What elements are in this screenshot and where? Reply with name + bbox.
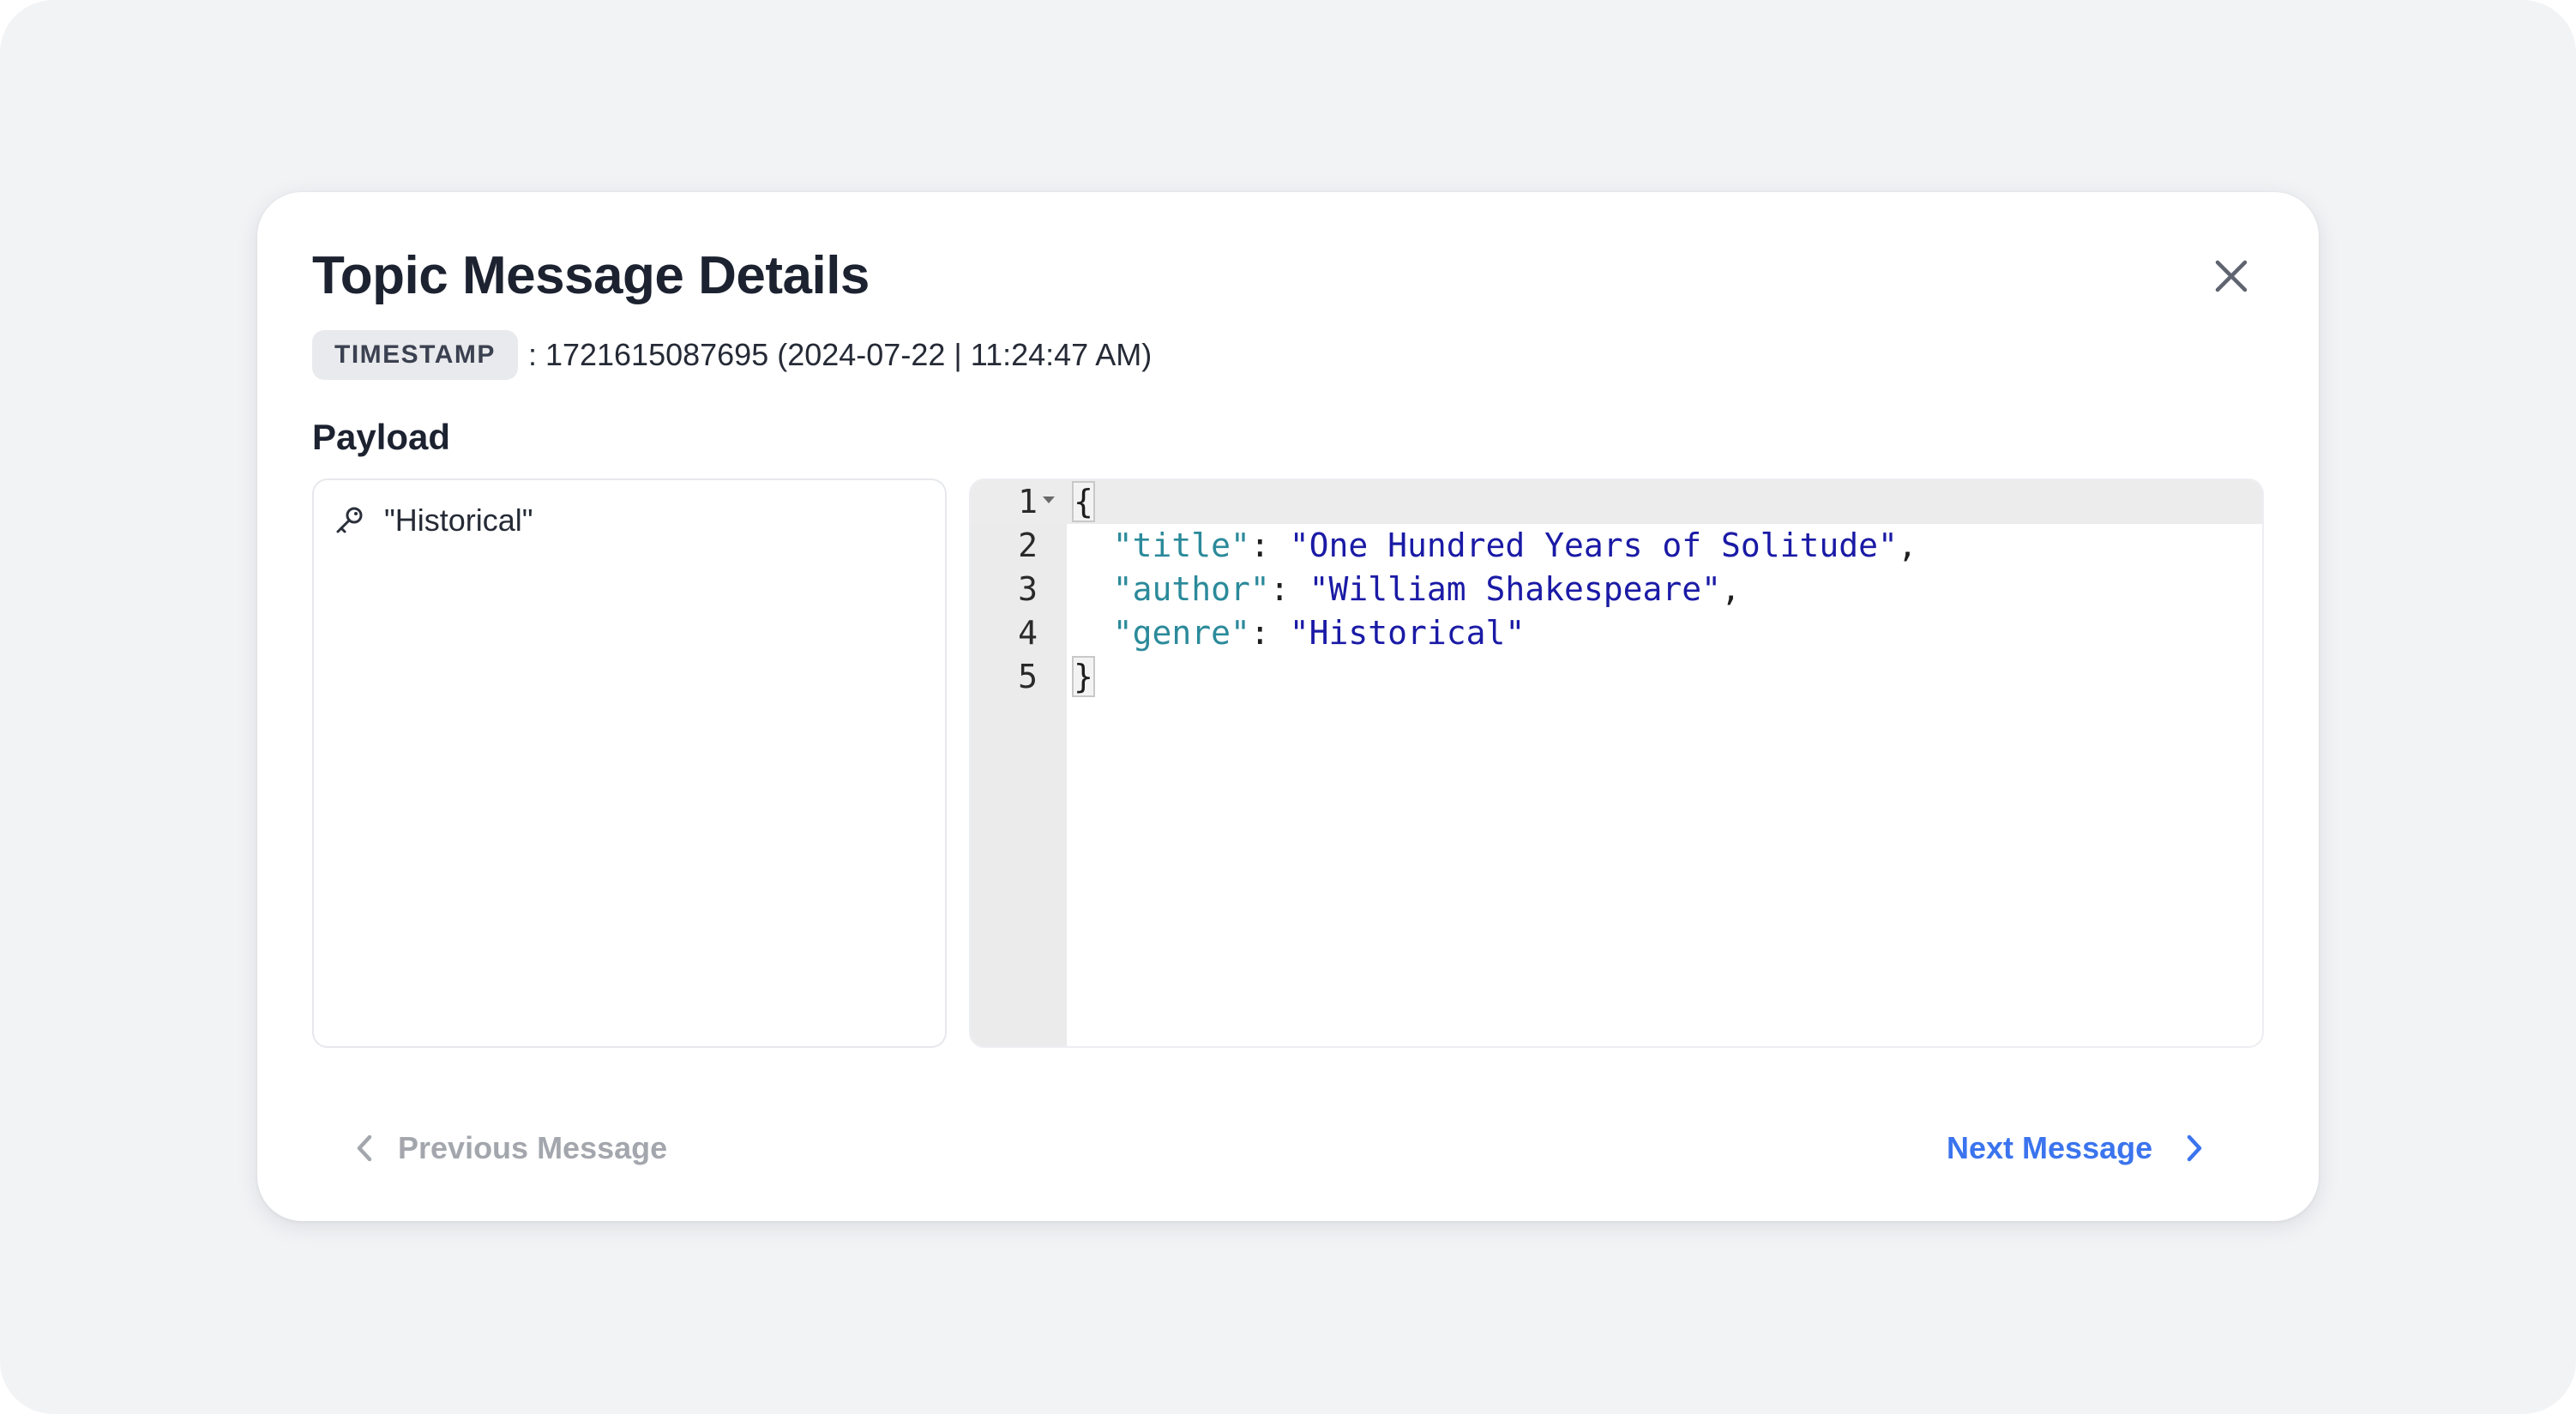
json-value: "Historical" bbox=[1289, 614, 1526, 652]
json-comma: , bbox=[1721, 570, 1741, 608]
json-key: "genre" bbox=[1112, 614, 1250, 652]
json-comma: , bbox=[1897, 526, 1917, 564]
close-icon bbox=[2215, 260, 2248, 292]
close-button[interactable] bbox=[2206, 250, 2257, 302]
timestamp-badge: TIMESTAMP bbox=[312, 330, 518, 380]
modal-title: Topic Message Details bbox=[312, 246, 870, 305]
payload-label: Payload bbox=[312, 417, 451, 457]
code-line: "genre": "Historical" bbox=[1074, 611, 1525, 655]
json-value: "One Hundred Years of Solitude" bbox=[1289, 526, 1898, 564]
line-number: 1 bbox=[1018, 483, 1038, 520]
json-separator: : bbox=[1249, 614, 1290, 652]
active-line-highlight bbox=[971, 480, 2262, 524]
payload-tree-panel: "Historical" bbox=[312, 478, 947, 1048]
next-message-button[interactable]: Next Message bbox=[1947, 1118, 2207, 1178]
timestamp-value: : 1721615087695 (2024-07-22 | 11:24:47 A… bbox=[527, 337, 1153, 372]
json-key: "author" bbox=[1112, 570, 1270, 608]
chevron-left-icon bbox=[357, 1134, 372, 1162]
topic-message-details-modal: Topic Message Details TIMESTAMP : 172161… bbox=[257, 192, 2319, 1221]
json-value: "William Shakespeare" bbox=[1309, 570, 1721, 608]
previous-message-button[interactable]: Previous Message bbox=[352, 1118, 667, 1178]
open-brace: { bbox=[1072, 481, 1095, 522]
code-line: } bbox=[1072, 655, 1095, 699]
previous-message-label: Previous Message bbox=[398, 1130, 668, 1165]
code-line: { bbox=[1072, 480, 1095, 524]
json-separator: : bbox=[1249, 526, 1290, 564]
line-number: 2 bbox=[1018, 526, 1038, 564]
chevron-right-icon bbox=[2187, 1134, 2202, 1162]
close-brace: } bbox=[1072, 656, 1095, 697]
json-separator: : bbox=[1269, 570, 1309, 608]
code-line: "author": "William Shakespeare", bbox=[1074, 568, 1741, 611]
code-line: "title": "One Hundred Years of Solitude"… bbox=[1074, 524, 1917, 568]
timestamp-row: TIMESTAMP : 1721615087695 (2024-07-22 | … bbox=[312, 329, 1152, 381]
tree-item[interactable]: "Historical" bbox=[333, 502, 533, 539]
line-number: 3 bbox=[1018, 570, 1038, 608]
page-background: Topic Message Details TIMESTAMP : 172161… bbox=[0, 0, 2576, 1414]
json-key: "title" bbox=[1112, 526, 1250, 564]
line-number: 5 bbox=[1018, 658, 1038, 695]
line-number: 4 bbox=[1018, 614, 1038, 652]
tree-item-label: "Historical" bbox=[384, 502, 533, 538]
json-editor[interactable]: 1 2 3 4 5 { "title": "One Hundred Years … bbox=[969, 478, 2264, 1048]
fold-toggle-icon[interactable] bbox=[1043, 496, 1055, 503]
next-message-label: Next Message bbox=[1947, 1130, 2153, 1165]
key-icon bbox=[336, 507, 363, 533]
